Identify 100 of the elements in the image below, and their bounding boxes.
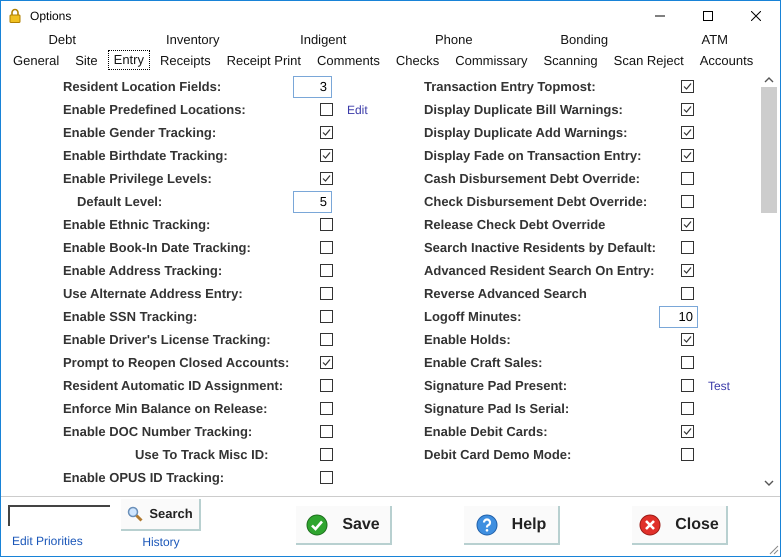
close-icon[interactable]: [751, 10, 761, 20]
number-field[interactable]: 5: [293, 190, 332, 212]
option-label: Signature Pad Present:: [424, 378, 568, 392]
search-field[interactable]: [8, 505, 110, 526]
checkbox[interactable]: [320, 425, 333, 438]
checkbox[interactable]: [681, 425, 694, 438]
tab[interactable]: Scanning: [537, 51, 604, 71]
option-label: Display Duplicate Add Warnings:: [424, 124, 628, 140]
help-button[interactable]: Help: [464, 506, 560, 545]
option-label: Enable SSN Tracking:: [63, 308, 198, 324]
option-label: Signature Pad Is Serial:: [424, 400, 570, 416]
option-label: Use To Track Misc ID:: [135, 446, 268, 462]
checkbox[interactable]: [320, 402, 333, 415]
tab[interactable]: General: [7, 51, 66, 71]
tab[interactable]: Entry: [108, 50, 150, 70]
option-label: Display Duplicate Bill Warnings:: [424, 102, 623, 116]
checkbox[interactable]: [320, 149, 333, 162]
tab[interactable]: Receipt Print: [220, 51, 307, 71]
checkbox[interactable]: [320, 126, 333, 139]
search-button[interactable]: Search: [121, 499, 201, 531]
checkbox[interactable]: [681, 264, 694, 277]
tab[interactable]: Site: [69, 51, 104, 71]
checkbox[interactable]: [681, 241, 694, 254]
option-label: Enable Gender Tracking:: [63, 124, 216, 140]
scroll-thumb[interactable]: [760, 87, 776, 213]
checkbox[interactable]: [681, 195, 694, 208]
option-label: Enable DOC Number Tracking:: [63, 424, 252, 438]
option-label: Cash Disbursement Debt Override:: [424, 170, 640, 186]
tab[interactable]: Commissary: [449, 51, 534, 71]
link[interactable]: Test: [708, 376, 730, 394]
tab[interactable]: Bonding: [554, 30, 614, 50]
checkbox[interactable]: [320, 264, 333, 277]
option-label: Enable Ethnic Tracking:: [63, 216, 210, 232]
checkbox[interactable]: [681, 103, 694, 116]
save-button[interactable]: Save: [296, 506, 392, 545]
checkbox[interactable]: [681, 448, 694, 461]
tab[interactable]: Scan Reject: [608, 51, 690, 71]
window-title: Options: [30, 8, 72, 24]
scroll-down-icon[interactable]: [764, 480, 774, 486]
tab[interactable]: Accounts: [694, 51, 760, 71]
option-label: Enable Craft Sales:: [424, 354, 542, 370]
tab[interactable]: Debt: [42, 30, 82, 50]
option-label: Enable Holds:: [424, 332, 511, 346]
checkbox[interactable]: [320, 218, 333, 231]
checkbox[interactable]: [681, 287, 694, 300]
help-icon: [476, 514, 498, 536]
option-label: Display Fade on Transaction Entry:: [424, 148, 642, 162]
option-label: Use Alternate Address Entry:: [63, 286, 243, 300]
checkbox[interactable]: [681, 80, 694, 93]
link[interactable]: Edit: [347, 100, 368, 118]
tab[interactable]: Indigent: [294, 30, 352, 50]
checkbox[interactable]: [320, 103, 333, 116]
check-circle-icon: [306, 514, 328, 536]
option-label: Prompt to Reopen Closed Accounts:: [63, 354, 290, 370]
checkbox[interactable]: [681, 402, 694, 415]
edit-priorities-link[interactable]: Edit Priorities: [12, 532, 118, 550]
checkbox[interactable]: [320, 172, 333, 185]
checkbox[interactable]: [320, 356, 333, 369]
option-label: Resident Automatic ID Assignment:: [63, 378, 284, 392]
option-label: Enforce Min Balance on Release:: [63, 400, 268, 416]
resize-grip-icon[interactable]: [769, 545, 779, 555]
tab[interactable]: Receipts: [154, 51, 217, 71]
option-label: Enable Address Tracking:: [63, 262, 222, 278]
tab[interactable]: ATM: [696, 30, 734, 50]
checkbox[interactable]: [681, 172, 694, 185]
close-button[interactable]: Close: [632, 506, 728, 545]
checkbox[interactable]: [681, 356, 694, 369]
number-field[interactable]: 10: [659, 306, 698, 328]
checkbox[interactable]: [681, 218, 694, 231]
checkbox[interactable]: [681, 126, 694, 139]
tab[interactable]: Comments: [311, 51, 386, 71]
option-label: Enable Driver's License Tracking:: [63, 332, 271, 346]
checkbox[interactable]: [320, 471, 333, 484]
option-label: Release Check Debt Override: [424, 216, 606, 232]
checkbox[interactable]: [320, 241, 333, 254]
checkbox[interactable]: [681, 149, 694, 162]
tab[interactable]: Checks: [390, 51, 446, 71]
tab[interactable]: Inventory: [160, 30, 226, 50]
checkbox[interactable]: [681, 379, 694, 392]
close-icon: [639, 514, 662, 536]
checkbox[interactable]: [320, 448, 333, 461]
checkbox[interactable]: [320, 333, 333, 346]
option-label: Search Inactive Residents by Default:: [424, 240, 656, 254]
option-label: Enable Birthdate Tracking:: [63, 148, 228, 162]
history-link[interactable]: History: [142, 533, 180, 551]
option-label: Default Level:: [77, 194, 162, 208]
maximize-icon[interactable]: [703, 10, 713, 20]
option-label: Debit Card Demo Mode:: [424, 446, 572, 462]
search-icon: [127, 506, 144, 522]
option-label: Enable Book-In Date Tracking:: [63, 240, 251, 254]
checkbox[interactable]: [320, 379, 333, 392]
number-field[interactable]: 3: [293, 76, 332, 98]
option-label: Transaction Entry Topmost:: [424, 78, 596, 94]
checkbox[interactable]: [681, 333, 694, 346]
lock-icon: [9, 8, 21, 23]
checkbox[interactable]: [320, 310, 333, 323]
option-label: Enable Privilege Levels:: [63, 170, 212, 186]
scroll-up-icon[interactable]: [764, 77, 774, 83]
checkbox[interactable]: [320, 287, 333, 300]
tab[interactable]: Phone: [428, 30, 479, 50]
